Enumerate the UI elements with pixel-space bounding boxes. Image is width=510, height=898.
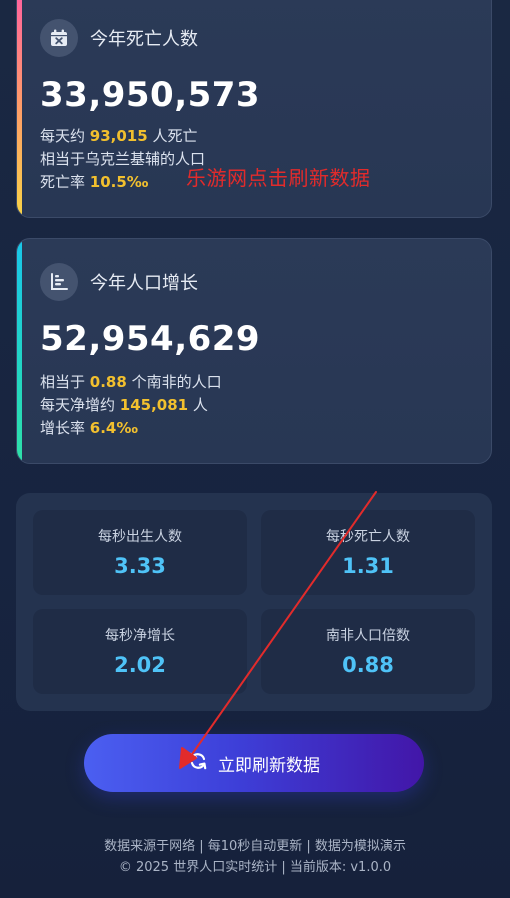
stat-value: 1.31 [342,554,394,578]
stat-births-per-second: 每秒出生人数 3.33 [33,510,247,595]
growth-rate-line: 增长率 6.4‰ [40,417,222,440]
growth-comparison-line: 相当于 0.88 个南非的人口 [40,371,222,394]
stat-net-growth-per-second: 每秒净增长 2.02 [33,609,247,694]
growth-comparison-value: 0.88 [89,373,127,391]
growth-daily-suffix: 人 [188,396,208,414]
growth-comparison-prefix: 相当于 [40,373,90,391]
deaths-daily-suffix: 人死亡 [147,127,198,145]
deaths-details: 每天约 93,015 人死亡 相当于乌克兰基辅的人口 死亡率 10.5‰ [40,125,205,194]
stat-label: 每秒死亡人数 [326,529,410,545]
stat-south-africa-multiple: 南非人口倍数 0.88 [261,609,475,694]
stat-label: 每秒出生人数 [98,529,182,545]
deaths-daily-value: 93,015 [89,127,148,145]
growth-daily-value: 145,081 [119,396,189,414]
stat-label: 南非人口倍数 [326,628,410,644]
growth-daily-line: 每天净增约 145,081 人 [40,394,222,417]
stat-value: 2.02 [114,653,166,677]
refresh-button-label: 立即刷新数据 [218,755,320,776]
footer-copyright-line: © 2025 世界人口实时统计 | 当前版本: v1.0.0 [118,860,392,875]
growth-rate-prefix: 增长率 [40,419,90,437]
growth-daily-prefix: 每天净增约 [40,396,120,414]
growth-card: 今年人口增长 52,954,629 相当于 0.88 个南非的人口 每天净增约 … [16,238,492,464]
deaths-rate-line: 死亡率 10.5‰ [40,171,205,194]
growth-count: 52,954,629 [40,319,261,359]
deaths-daily-prefix: 每天约 [40,127,90,145]
footer-source-line: 数据来源于网络 | 每10秒自动更新 | 数据为模拟演示 [104,839,406,854]
growth-card-accent [17,239,22,463]
growth-card-title: 今年人口增长 [90,273,198,294]
calendar-x-icon [40,19,78,57]
stat-label: 每秒净增长 [105,628,175,644]
bar-chart-icon [40,263,78,301]
stat-value: 0.88 [342,653,394,677]
refresh-icon [188,751,208,776]
deaths-card-header: 今年死亡人数 [40,19,198,57]
deaths-daily-line: 每天约 93,015 人死亡 [40,125,205,148]
stat-deaths-per-second: 每秒死亡人数 1.31 [261,510,475,595]
deaths-rate-prefix: 死亡率 [40,173,90,191]
deaths-card-accent [17,0,22,217]
deaths-rate-value: 10.5‰ [89,173,149,191]
stats-panel: 每秒出生人数 3.33 每秒死亡人数 1.31 每秒净增长 2.02 南非人口倍… [16,493,492,711]
watermark-text: 乐游网点击刷新数据 [186,166,371,190]
deaths-card-title: 今年死亡人数 [90,29,198,50]
deaths-count: 33,950,573 [40,75,261,115]
growth-details: 相当于 0.88 个南非的人口 每天净增约 145,081 人 增长率 6.4‰ [40,371,222,440]
refresh-data-button[interactable]: 立即刷新数据 [84,734,424,792]
growth-rate-value: 6.4‰ [89,419,138,437]
growth-comparison-suffix: 个南非的人口 [126,373,222,391]
deaths-comparison-line: 相当于乌克兰基辅的人口 [40,150,206,168]
stat-value: 3.33 [114,554,166,578]
growth-card-header: 今年人口增长 [40,263,198,301]
